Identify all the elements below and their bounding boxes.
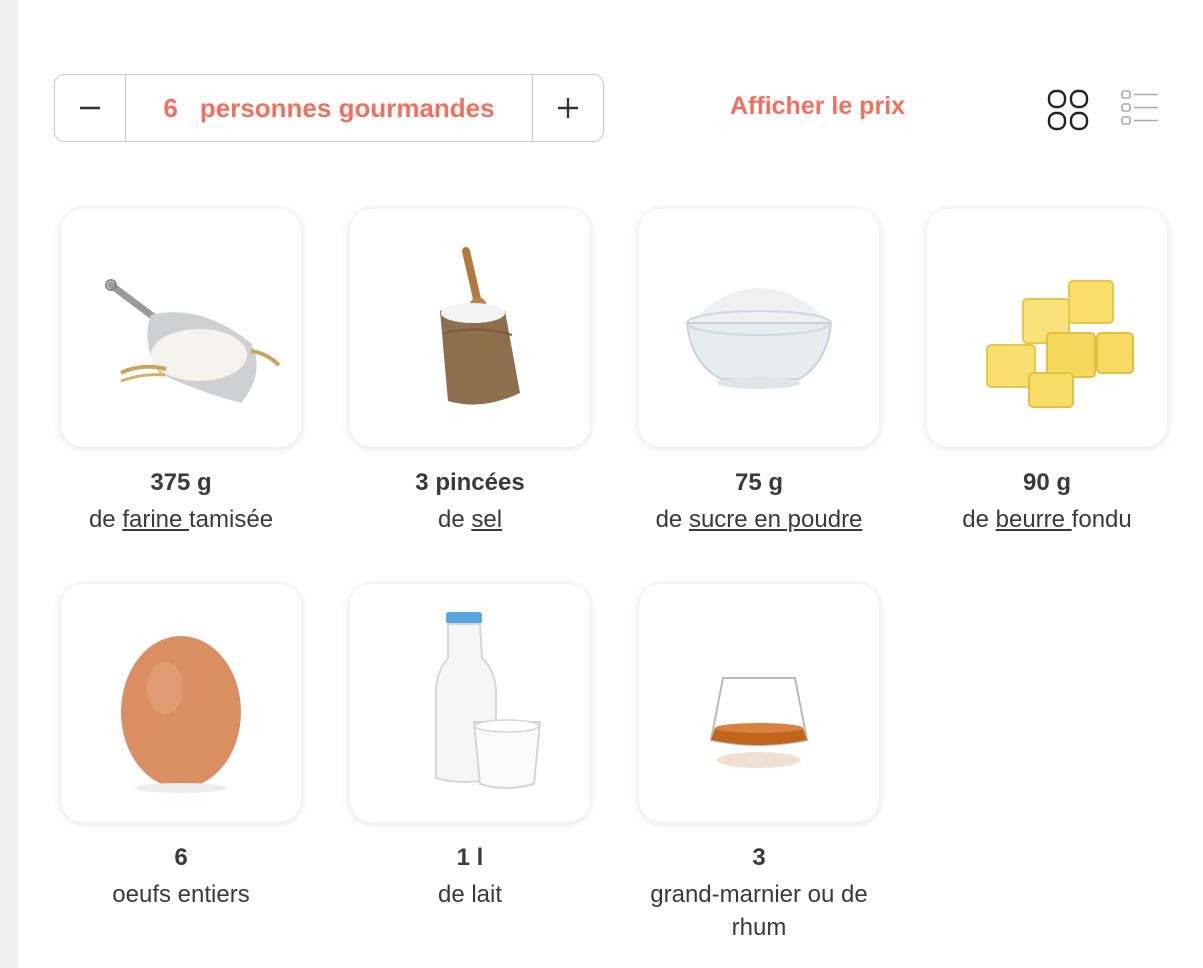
butter-icon	[986, 280, 1134, 408]
ingredient-description: oeufs entiers	[112, 881, 250, 908]
ingredient-description: de lait	[437, 881, 503, 908]
grid-view-icon[interactable]	[1047, 89, 1089, 131]
ingredient-image	[639, 209, 879, 447]
minus-icon	[80, 106, 100, 110]
ingredient-quantity: 75 g	[734, 469, 784, 496]
liqueur-glass-icon	[709, 677, 809, 768]
ingredient-link-farine[interactable]: farine	[122, 506, 189, 533]
ingredient-card-lait[interactable]: 1 l de lait	[350, 584, 590, 911]
ingredient-quantity: 90 g	[1022, 469, 1072, 496]
decrease-servings-button[interactable]	[55, 75, 125, 141]
ingredient-description: de beurre fondu	[962, 506, 1132, 533]
sugar-bowl-icon	[685, 288, 833, 389]
ingredient-card-sel[interactable]: 3 pincées de sel	[350, 209, 590, 536]
ingredient-quantity: 3	[752, 844, 766, 871]
flour-icon	[105, 279, 281, 403]
left-rail	[0, 0, 18, 968]
servings-count: 6	[163, 92, 178, 123]
egg-icon	[121, 636, 241, 793]
ingredient-link-sucre[interactable]: sucre en poudre	[689, 506, 862, 533]
plus-icon	[558, 98, 578, 118]
ingredient-card-farine[interactable]: 375 g de farine tamisée	[61, 209, 301, 536]
list-view-icon[interactable]	[1120, 89, 1160, 127]
ingredient-image	[350, 209, 590, 447]
servings-label: personnes gourmandes	[199, 92, 495, 123]
salt-sack-icon	[440, 247, 520, 405]
ingredient-description: grand-marnier ou de rhum	[650, 881, 868, 941]
show-price-link[interactable]: Afficher le prix	[730, 92, 905, 121]
ingredient-card-liqueur[interactable]: 3 grand-marnier ou de rhum	[639, 584, 879, 944]
ingredient-link-beurre[interactable]: beurre	[996, 506, 1072, 533]
ingredient-description: de sucre en poudre	[655, 506, 863, 533]
increase-servings-button[interactable]	[533, 75, 603, 141]
servings-display: 6 personnes gourmandes	[125, 75, 533, 141]
servings-stepper: 6 personnes gourmandes	[54, 74, 604, 142]
ingredient-quantity: 6	[174, 844, 188, 871]
ingredient-quantity: 1 l	[456, 844, 484, 871]
ingredient-image	[639, 584, 879, 822]
ingredient-image	[350, 584, 590, 822]
ingredient-description: de sel	[437, 506, 503, 533]
ingredient-image	[927, 209, 1167, 447]
milk-icon	[435, 612, 542, 789]
ingredient-card-sucre[interactable]: 75 g de sucre en poudre	[639, 209, 879, 536]
ingredient-quantity: 3 pincées	[415, 469, 525, 496]
ingredient-image	[61, 209, 301, 447]
ingredient-description: de farine tamisée	[88, 506, 274, 533]
ingredient-link-sel[interactable]: sel	[471, 506, 502, 533]
ingredient-card-oeufs[interactable]: 6 oeufs entiers	[61, 584, 301, 911]
ingredient-image	[61, 584, 301, 822]
ingredient-quantity: 375 g	[150, 469, 212, 496]
ingredient-card-beurre[interactable]: 90 g de beurre fondu	[927, 209, 1167, 536]
